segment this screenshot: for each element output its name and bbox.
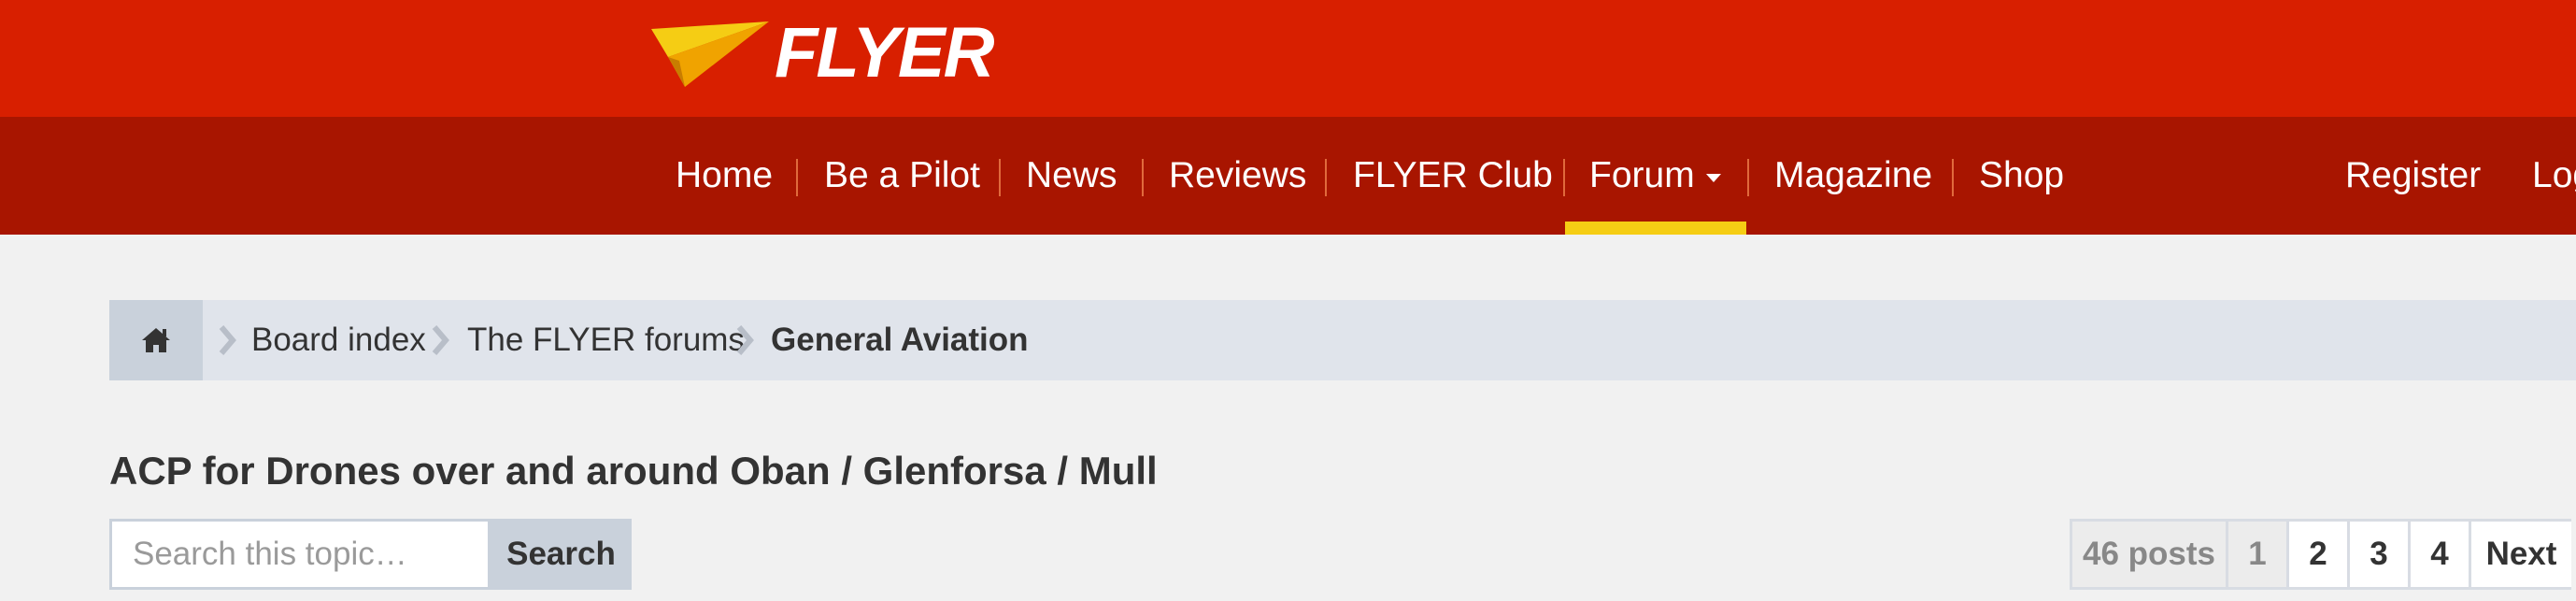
next-page-link[interactable]: Next — [2469, 519, 2571, 590]
main-nav: Home Be a Pilot News Reviews FLYER Club … — [0, 117, 2576, 235]
search-button[interactable]: Search — [491, 519, 632, 590]
paper-plane-icon — [651, 21, 769, 87]
nav-reviews[interactable]: Reviews — [1169, 117, 1306, 235]
page-title[interactable]: ACP for Drones over and around Oban / Gl… — [109, 449, 1158, 494]
nav-separator — [999, 159, 1001, 196]
page-4-link[interactable]: 4 — [2408, 519, 2471, 590]
page-1-current: 1 — [2226, 519, 2289, 590]
nav-register[interactable]: Register — [2345, 117, 2481, 235]
pagination: 46 posts 1 2 3 4 Next — [2070, 519, 2571, 590]
site-header: FLYER — [0, 0, 2576, 117]
caret-down-icon — [1705, 173, 1721, 182]
nav-magazine[interactable]: Magazine — [1774, 117, 1932, 235]
nav-home[interactable]: Home — [676, 117, 773, 235]
nav-login[interactable]: Log — [2532, 117, 2576, 235]
logo-wordmark: FLYER — [775, 13, 994, 93]
page-3-link[interactable]: 3 — [2347, 519, 2411, 590]
nav-flyer-club[interactable]: FLYER Club — [1353, 117, 1553, 235]
post-count: 46 posts — [2070, 519, 2228, 590]
chevron-right-icon — [432, 325, 449, 355]
breadcrumb-general-aviation[interactable]: General Aviation — [771, 300, 1029, 380]
breadcrumb-flyer-forums[interactable]: The FLYER forums — [467, 300, 745, 380]
nav-separator — [1952, 159, 1954, 196]
nav-separator — [1142, 159, 1144, 196]
site-logo[interactable]: FLYER — [651, 13, 994, 93]
breadcrumb: Board index The FLYER forums General Avi… — [109, 300, 2576, 380]
chevron-right-icon — [736, 325, 754, 355]
nav-forum-label: Forum — [1589, 155, 1695, 195]
home-icon — [142, 328, 170, 352]
chevron-right-icon — [219, 325, 236, 355]
breadcrumb-board-index[interactable]: Board index — [251, 300, 426, 380]
nav-separator — [796, 159, 798, 196]
nav-be-a-pilot[interactable]: Be a Pilot — [824, 117, 980, 235]
page-2-link[interactable]: 2 — [2286, 519, 2350, 590]
breadcrumb-home[interactable] — [109, 300, 203, 380]
nav-news[interactable]: News — [1026, 117, 1117, 235]
search-input[interactable]: Search this topic… — [109, 519, 491, 590]
nav-separator — [1325, 159, 1327, 196]
nav-separator — [1563, 159, 1565, 196]
nav-forum[interactable]: Forum — [1589, 117, 1721, 235]
nav-shop[interactable]: Shop — [1979, 117, 2064, 235]
nav-active-indicator — [1565, 222, 1746, 235]
nav-separator — [1747, 159, 1749, 196]
